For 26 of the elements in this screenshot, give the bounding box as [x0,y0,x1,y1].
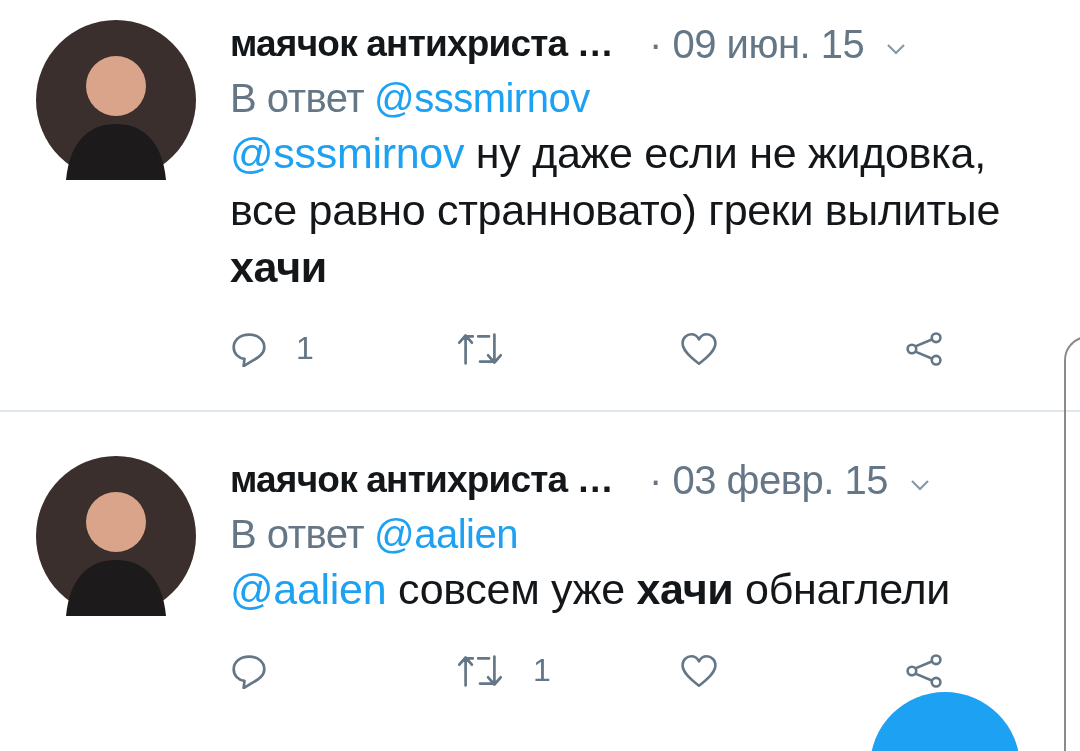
user-name[interactable]: маячок антихриста … [230,459,613,501]
tweet-date: · 03 февр. 15 [649,457,888,503]
heart-icon[interactable] [680,330,718,367]
share-icon[interactable] [905,330,943,367]
user-name[interactable]: маячок антихриста … [230,23,613,65]
chevron-icon[interactable] [886,43,907,55]
reply-count: 1 [296,330,314,367]
retweet-count: 1 [533,652,551,689]
reply-link[interactable]: @aalien [374,512,518,557]
avatar-icon[interactable] [36,456,196,616]
tweet-text: @aalien совсем уже хачи обнаглели [230,564,952,615]
heart-icon[interactable] [680,652,718,689]
reply-label: В ответ [230,512,365,557]
reply-label: В ответ [230,76,365,121]
tweet-date: · 09 июн. 15 [649,21,865,67]
reply-icon[interactable] [230,652,268,689]
avatar-icon[interactable] [36,20,196,180]
retweet-icon[interactable] [455,330,505,367]
chevron-icon[interactable] [909,479,930,491]
share-icon[interactable] [905,652,943,689]
retweet-icon[interactable] [455,652,505,689]
mention-link[interactable]: @sssmirnov [230,129,465,177]
reply-icon[interactable] [230,330,268,367]
mention-link[interactable]: @aalien [230,565,387,613]
reply-link[interactable]: @sssmirnov [374,76,590,121]
tweet-text: @sssmirnov ну даже если не жидовка, все равно странновато) греки вылитые хачи [230,128,1002,293]
